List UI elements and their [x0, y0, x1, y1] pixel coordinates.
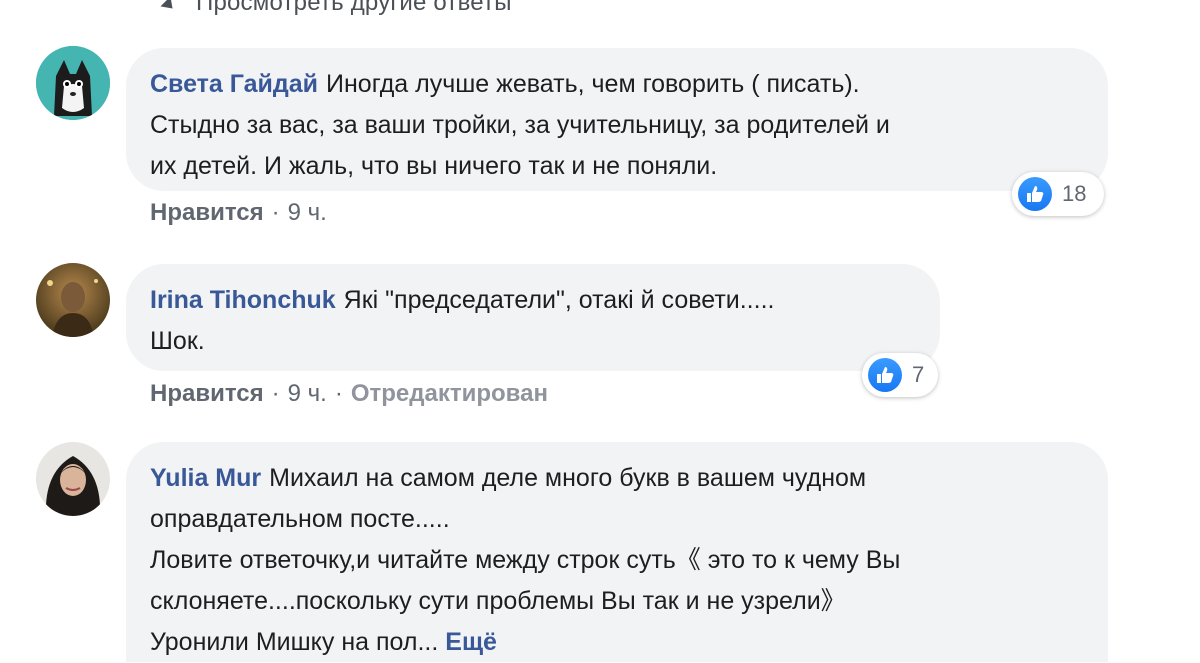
comment-text: Михаил на самом деле много букв в вашем …	[269, 464, 867, 492]
comment-line-1: Yulia Mur Михаил на самом деле много букв…	[150, 458, 1080, 499]
comment-bubble: Irina Tihonchuk Які "председатели", отакі…	[126, 264, 940, 371]
reaction-count[interactable]: 18	[1012, 172, 1104, 216]
comment-text: Які "председатели", отакі й совети.....	[343, 286, 775, 314]
like-icon	[1018, 177, 1052, 211]
comment-bubble: Yulia Mur Михаил на самом деле много букв…	[126, 442, 1108, 662]
user-photo-icon	[36, 263, 110, 337]
avatar-yulia[interactable]	[36, 442, 110, 516]
comment-author[interactable]: Света Гайдай	[150, 70, 318, 98]
separator-dot: ·	[271, 380, 280, 407]
view-more-replies-link[interactable]: Просмотреть другие ответы	[160, 0, 512, 20]
edited-label[interactable]: Отредактирован	[351, 380, 548, 407]
comment-line-5: Уронили Мишку на пол... Ещё	[150, 622, 1080, 663]
reaction-number: 7	[912, 362, 925, 387]
comment-line-3: Ловите ответочку,и читайте между строк с…	[150, 546, 901, 574]
comment-actions: Нравится · 9 ч.	[150, 199, 327, 227]
reaction-count[interactable]: 7	[862, 353, 938, 397]
like-button[interactable]: Нравится	[150, 199, 264, 226]
reply-arrow-icon	[160, 0, 178, 14]
comment-timestamp[interactable]: 9 ч.	[288, 380, 327, 407]
reaction-number: 18	[1062, 181, 1087, 206]
comment-text: Иногда лучше жевать, чем говорить ( писа…	[326, 70, 860, 98]
separator-dot: ·	[334, 380, 343, 407]
comment-line-1: Света Гайдай Иногда лучше жевать, чем гов…	[150, 64, 1080, 105]
comment-line-2: Стыдно за вас, за ваши тройки, за учител…	[150, 111, 890, 139]
comment-author[interactable]: Yulia Mur	[150, 464, 261, 492]
comment-line-3: их детей. И жаль, что вы ничего так и не…	[150, 152, 718, 180]
comment-author[interactable]: Irina Tihonchuk	[150, 286, 336, 314]
separator-dot: ·	[271, 199, 280, 226]
avatar-irina[interactable]	[36, 263, 110, 337]
comment-line-2: оправдательном посте.....	[150, 505, 450, 533]
cat-avatar-icon	[36, 46, 110, 120]
comment-timestamp[interactable]: 9 ч.	[288, 199, 327, 226]
avatar-sveta[interactable]	[36, 46, 110, 120]
like-icon	[868, 358, 902, 392]
comment-bubble: Света Гайдай Иногда лучше жевать, чем гов…	[126, 48, 1108, 191]
like-button[interactable]: Нравится	[150, 380, 264, 407]
comment-text: Уронили Мишку на пол...	[150, 628, 439, 656]
comment-line-2: Шок.	[150, 327, 205, 355]
comment-line-1: Irina Tihonchuk Які "председатели", отакі…	[150, 280, 912, 321]
user-photo-icon	[36, 442, 110, 516]
comment-line-4: склоняете....поскольку сути проблемы Вы …	[150, 587, 846, 615]
comment-actions: Нравится · 9 ч. · Отредактирован	[150, 380, 548, 408]
view-more-replies-label: Просмотреть другие ответы	[196, 0, 512, 16]
see-more-link[interactable]: Ещё	[445, 628, 497, 656]
